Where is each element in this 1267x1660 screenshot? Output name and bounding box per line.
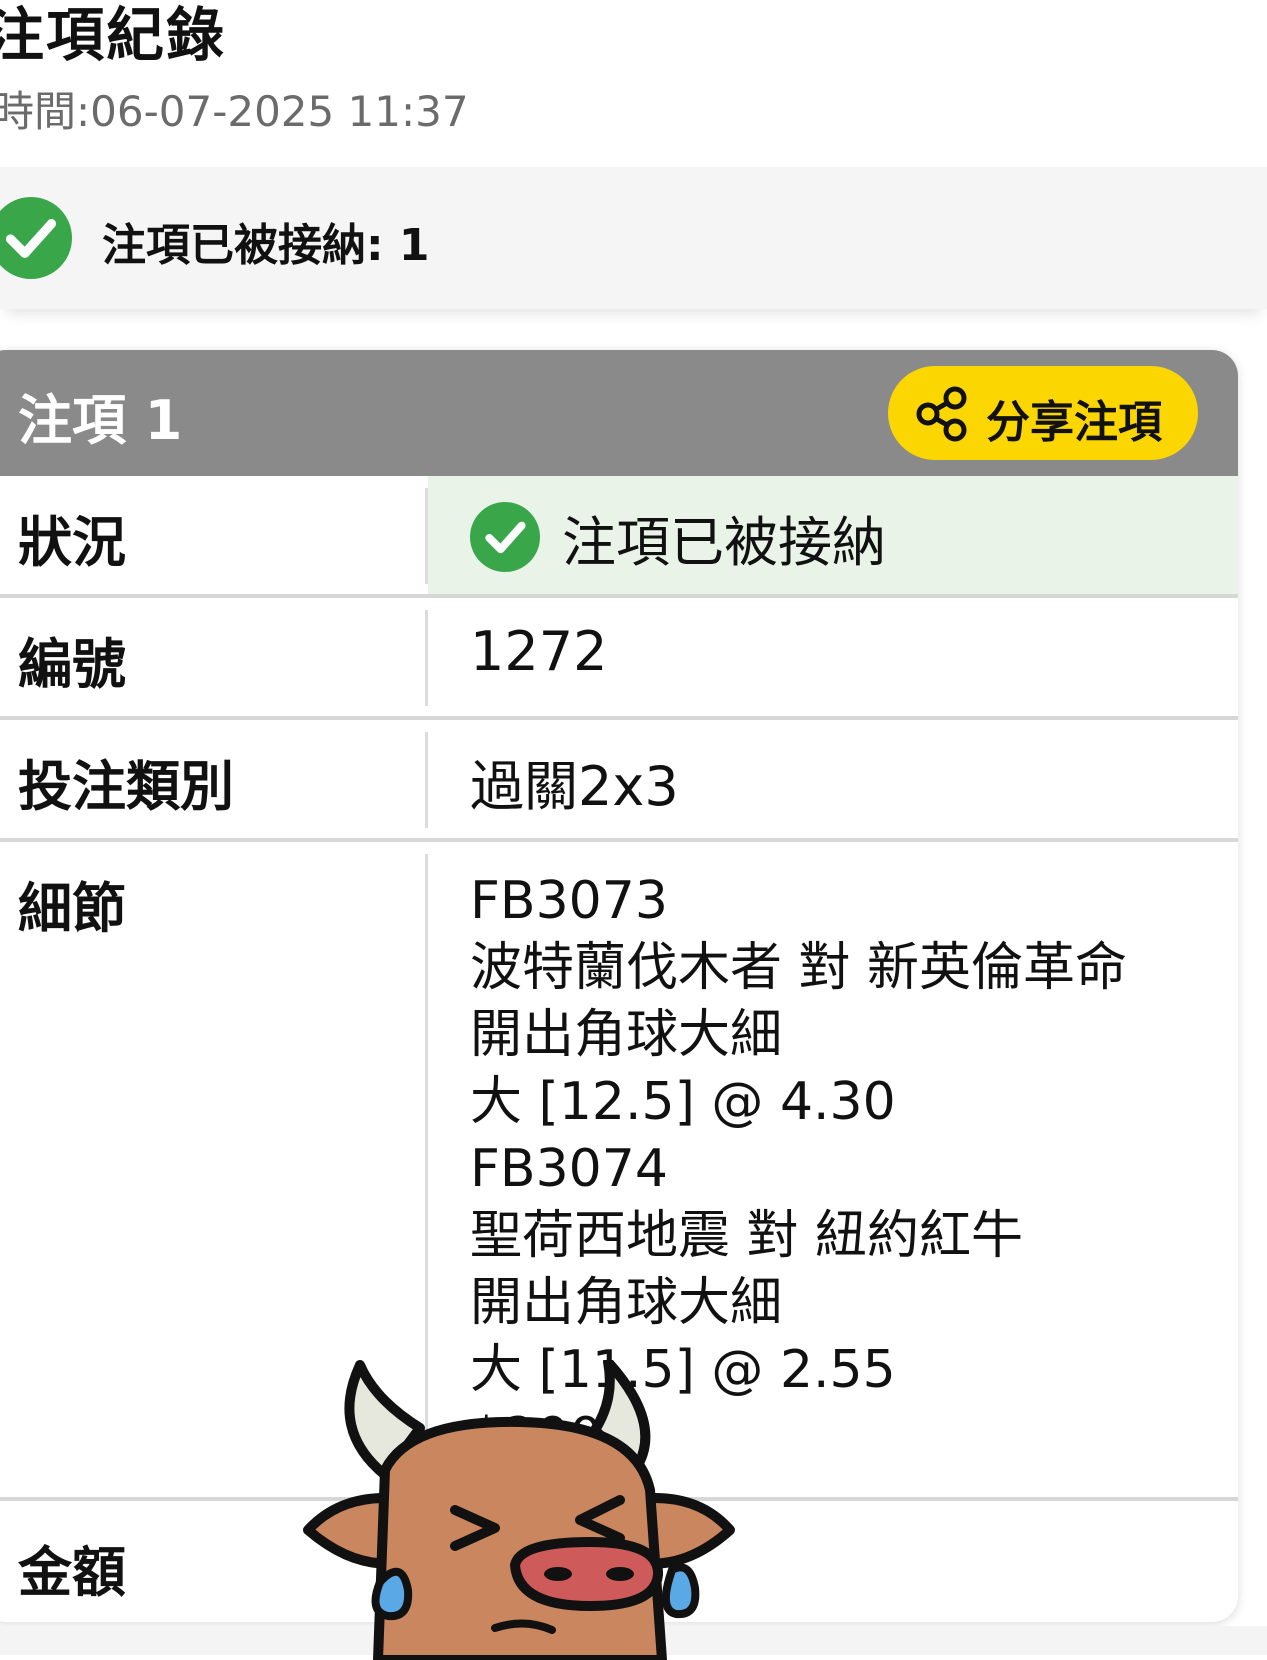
detail-line: 聖荷西地震 對 紐約紅牛 [470,1206,1024,1266]
column-divider [425,610,428,706]
row-divider [0,594,1238,598]
bet-number-label: 編號 [18,633,126,696]
status-value: 注項已被接納 [562,511,886,574]
bet-type-label: 投注類別 [18,755,234,818]
column-divider [425,732,428,828]
detail-line: 大 [12.5] @ 4.30 [470,1072,896,1132]
bet-card-title: 注項 1 [18,389,183,452]
accepted-banner: 注項已被接納: 1 [0,167,1267,309]
share-icon [916,386,967,442]
bet-number-value: 1272 [470,620,608,683]
bet-type-value: 過關2x3 [470,755,679,818]
detail-line: FB3073 [470,871,668,931]
amount-label: 金額 [18,1541,126,1604]
detail-line: 波特蘭伐木者 對 新英倫革命 [470,938,1128,998]
status-label: 狀況 [18,511,126,574]
crying-bull-mascot-icon [303,1360,735,1660]
bet-card-header: 注項 1 分享注項 [0,350,1238,476]
row-divider [0,716,1238,720]
detail-line: 開出角球大細 [470,1273,783,1333]
share-bet-button[interactable]: 分享注項 [888,366,1198,460]
details-label: 細節 [18,877,126,940]
accepted-count-text: 注項已被接納: 1 [102,220,430,271]
check-circle-icon [0,197,72,279]
column-divider [425,488,428,584]
page-title: 注項紀錄 [0,1,227,69]
detail-line: FB3074 [470,1139,668,1199]
share-bet-label: 分享注項 [986,397,1162,448]
row-divider [0,838,1238,842]
check-circle-icon [470,502,540,572]
detail-line: 開出角球大細 [470,1005,783,1065]
bet-time: 時間:06-07-2025 11:37 [0,87,469,136]
